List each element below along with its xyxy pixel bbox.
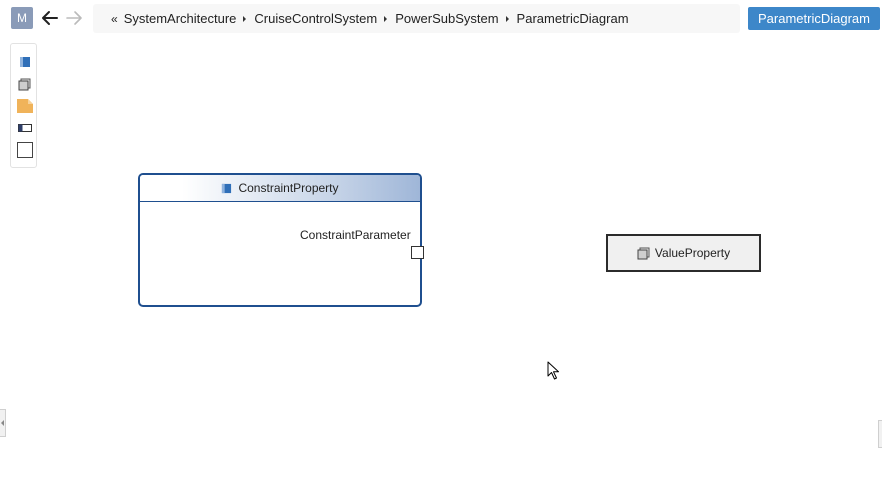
mouse-cursor-icon — [547, 361, 561, 381]
constraint-parameter-icon — [17, 124, 32, 132]
right-panel-toggle[interactable] — [878, 420, 882, 448]
value-property-block[interactable]: ValueProperty — [606, 234, 761, 272]
breadcrumb-separator-icon — [384, 15, 388, 22]
element-palette — [10, 43, 37, 168]
chevron-left-icon — [0, 420, 4, 426]
diagram-type-button[interactable]: ParametricDiagram — [748, 7, 880, 30]
value-property-name: ValueProperty — [654, 246, 731, 260]
model-badge[interactable]: M — [11, 7, 33, 29]
breadcrumb-item-current[interactable]: ParametricDiagram — [517, 11, 629, 26]
constraint-block-icon — [222, 183, 232, 193]
value-property-icon — [18, 78, 31, 90]
value-property-icon — [637, 247, 650, 259]
palette-value-property[interactable] — [11, 74, 38, 94]
constraint-parameter-label: ConstraintParameter — [300, 228, 411, 242]
constraint-property-name: ConstraintProperty — [238, 181, 339, 195]
breadcrumb-separator-icon — [505, 15, 509, 22]
breadcrumb-separator-icon — [243, 15, 247, 22]
breadcrumb: « SystemArchitecture CruiseControlSystem… — [93, 4, 740, 33]
breadcrumb-item[interactable]: SystemArchitecture — [124, 11, 237, 26]
breadcrumb-item[interactable]: PowerSubSystem — [395, 11, 498, 26]
forward-arrow-icon[interactable] — [64, 8, 84, 28]
palette-constraint-block[interactable] — [11, 52, 38, 72]
palette-rectangle[interactable] — [11, 140, 38, 160]
constraint-property-header[interactable]: ConstraintProperty — [140, 175, 420, 202]
back-arrow-icon[interactable] — [40, 8, 60, 28]
note-icon — [16, 99, 33, 113]
palette-note[interactable] — [11, 96, 38, 116]
palette-constraint-parameter[interactable] — [11, 118, 38, 138]
rectangle-icon — [16, 142, 33, 158]
breadcrumb-collapse[interactable]: « — [111, 12, 118, 26]
constraint-parameter-port[interactable] — [411, 246, 424, 259]
constraint-block-icon — [19, 57, 30, 67]
left-panel-toggle[interactable] — [0, 409, 6, 437]
breadcrumb-item[interactable]: CruiseControlSystem — [254, 11, 377, 26]
